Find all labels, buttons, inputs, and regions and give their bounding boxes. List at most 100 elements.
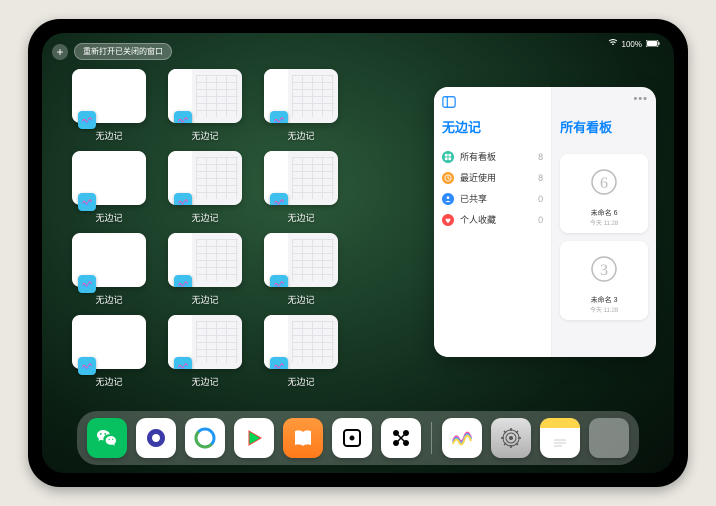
app-label: 无边记 [191, 293, 218, 306]
window-preview [264, 151, 338, 205]
app-window-thumbnail[interactable]: 无边记 [168, 69, 242, 147]
freeform-icon [174, 111, 192, 123]
people-icon [442, 193, 454, 205]
top-controls: + 重新打开已关闭的窗口 [52, 43, 172, 60]
iqiyi-icon[interactable] [234, 418, 274, 458]
sidebar-item-label: 最近使用 [460, 171, 496, 184]
window-preview [264, 233, 338, 287]
app-window-thumbnail[interactable]: 无边记 [168, 233, 242, 311]
app-window-thumbnail[interactable]: 无边记 [264, 315, 338, 393]
sidebar-item-label: 已共享 [460, 192, 487, 205]
dice-icon[interactable] [332, 418, 372, 458]
battery-percent: 100% [622, 40, 642, 49]
sidebar-item-count: 8 [538, 173, 543, 183]
app-label: 无边记 [191, 211, 218, 224]
add-window-button[interactable]: + [52, 44, 68, 60]
ipad-frame: 100% + 重新打开已关闭的窗口 无边记无边记无边记无边记无边记无边记无边记无… [28, 19, 688, 487]
app-label: 无边记 [95, 375, 122, 388]
quark-icon[interactable] [136, 418, 176, 458]
app-library-icon[interactable] [589, 418, 629, 458]
app-window-thumbnail[interactable]: 无边记 [168, 151, 242, 229]
app-window-thumbnail[interactable]: 无边记 [72, 315, 146, 393]
popover-right-title: 所有看板 [560, 117, 648, 136]
freeform-icon [78, 357, 96, 375]
app-window-thumbnail[interactable]: 无边记 [168, 315, 242, 393]
clock-icon [442, 172, 454, 184]
heart-icon [442, 214, 454, 226]
window-preview [72, 233, 146, 287]
settings-icon[interactable] [491, 418, 531, 458]
window-preview [168, 315, 242, 369]
freeform-icon [270, 111, 288, 123]
app-window-thumbnail[interactable]: 无边记 [264, 233, 338, 311]
app-window-thumbnail[interactable]: 无边记 [72, 69, 146, 147]
reopen-closed-window-button[interactable]: 重新打开已关闭的窗口 [74, 43, 172, 60]
app-window-thumbnail[interactable]: 无边记 [72, 233, 146, 311]
board-preview: 3 [582, 247, 626, 291]
svg-text:3: 3 [600, 262, 608, 279]
app-label: 无边记 [287, 211, 314, 224]
window-preview [72, 315, 146, 369]
app-label: 无边记 [191, 375, 218, 388]
board-card[interactable]: 3 未命名 3今天 11:28 [560, 241, 648, 320]
freeform-icon [270, 193, 288, 205]
sidebar-item-heart[interactable]: 个人收藏 0 [442, 209, 543, 230]
app-label: 无边记 [191, 129, 218, 142]
battery-icon [646, 40, 660, 49]
app-window-thumbnail[interactable]: 无边记 [72, 151, 146, 229]
freeform-icon [174, 193, 192, 205]
board-card[interactable]: 6未命名 6今天 11:28 [560, 154, 648, 233]
app-label: 无边记 [287, 129, 314, 142]
freeform-icon [270, 357, 288, 369]
dock [77, 411, 639, 465]
window-preview [72, 151, 146, 205]
wechat-icon[interactable] [87, 418, 127, 458]
app-label: 无边记 [287, 375, 314, 388]
sidebar-item-grid[interactable]: 所有看板 8 [442, 146, 543, 167]
qq-browser-icon[interactable] [185, 418, 225, 458]
freeform-icon[interactable] [442, 418, 482, 458]
freeform-icon [174, 357, 192, 369]
sidebar-item-clock[interactable]: 最近使用 8 [442, 167, 543, 188]
popover-sidebar: 无边记 所有看板 8 最近使用 8 已共享 0 个人收藏 0 [434, 87, 552, 357]
app-label: 无边记 [95, 293, 122, 306]
plus-icon: + [56, 46, 63, 58]
window-preview [72, 69, 146, 123]
sidebar-item-label: 个人收藏 [460, 213, 496, 226]
more-icon[interactable]: ••• [633, 93, 648, 105]
status-bar: 100% [608, 39, 660, 49]
app-label: 无边记 [287, 293, 314, 306]
board-name: 未命名 3 [566, 295, 642, 305]
connect-icon[interactable] [381, 418, 421, 458]
sidebar-item-label: 所有看板 [460, 150, 496, 163]
dock-separator [431, 422, 432, 454]
freeform-icon [270, 275, 288, 287]
books-icon[interactable] [283, 418, 323, 458]
app-window-thumbnail[interactable]: 无边记 [264, 151, 338, 229]
notes-icon[interactable] [540, 418, 580, 458]
app-label: 无边记 [95, 129, 122, 142]
window-preview [168, 151, 242, 205]
freeform-icon [174, 275, 192, 287]
freeform-popover: 无边记 所有看板8最近使用8已共享0个人收藏0 ••• 所有看板 6未命名 6今… [434, 87, 656, 357]
sidebar-item-count: 8 [538, 152, 543, 162]
freeform-icon [78, 111, 96, 129]
sidebar-item-count: 0 [538, 215, 543, 225]
freeform-icon [78, 275, 96, 293]
sidebar-item-count: 0 [538, 194, 543, 204]
window-preview [168, 233, 242, 287]
window-preview [264, 315, 338, 369]
grid-icon [442, 151, 454, 163]
window-icon[interactable] [442, 95, 456, 109]
board-date: 今天 11:28 [566, 305, 642, 314]
popover-title: 无边记 [442, 117, 543, 136]
board-date: 今天 11:28 [566, 218, 642, 227]
board-preview: 6 [582, 160, 626, 204]
app-label: 无边记 [95, 211, 122, 224]
window-preview [264, 69, 338, 123]
ipad-screen: 100% + 重新打开已关闭的窗口 无边记无边记无边记无边记无边记无边记无边记无… [42, 33, 674, 473]
popover-content: ••• 所有看板 6未命名 6今天 11:283未命名 3今天 11:28 [552, 87, 656, 357]
sidebar-item-people[interactable]: 已共享 0 [442, 188, 543, 209]
app-switcher-grid: 无边记无边记无边记无边记无边记无边记无边记无边记无边记无边记无边记无边记 [72, 69, 434, 393]
app-window-thumbnail[interactable]: 无边记 [264, 69, 338, 147]
